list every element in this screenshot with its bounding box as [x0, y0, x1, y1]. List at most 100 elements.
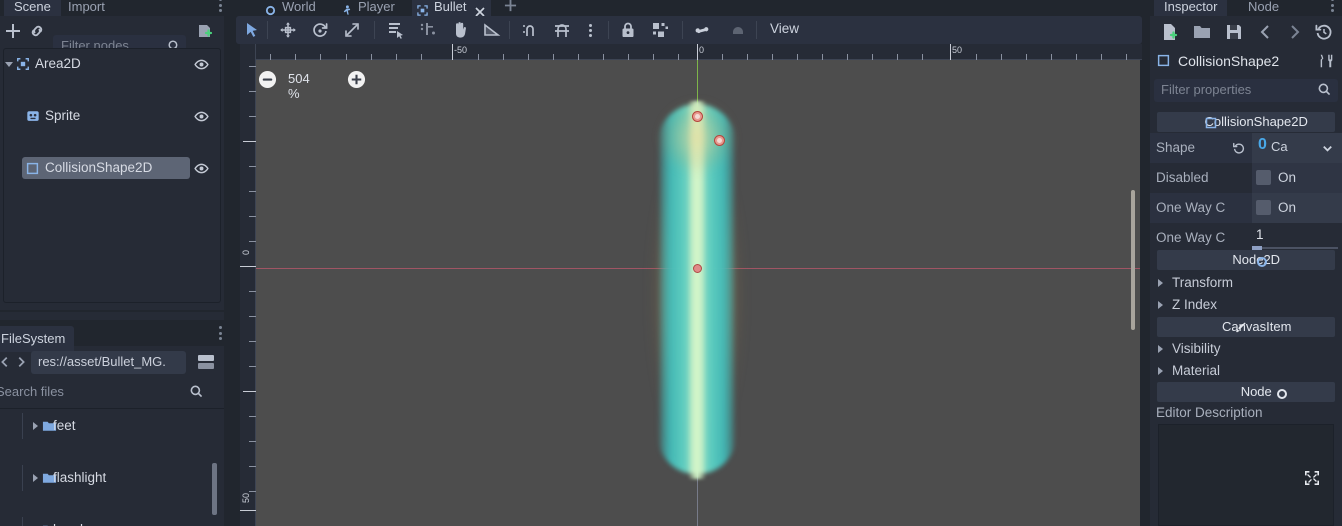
toggle-smart-snap-tool[interactable] [520, 20, 540, 40]
create-script-button[interactable] [196, 22, 214, 40]
skeleton-options-button[interactable] [728, 20, 748, 40]
select-mode-tool[interactable] [242, 20, 262, 40]
bullet-sprite[interactable] [632, 78, 762, 512]
2d-editor-toolbar: View [236, 16, 1142, 44]
tools-icon[interactable] [1318, 53, 1334, 74]
inspector-category-node[interactable]: Node [1157, 382, 1335, 402]
scene-tree-label: Sprite [45, 108, 81, 123]
one-way-collision-margin-field[interactable]: 1 [1252, 225, 1338, 251]
chevron-right-icon[interactable] [1158, 301, 1163, 309]
inspector-group-z-index[interactable]: Z Index [1150, 294, 1342, 316]
chevron-right-icon[interactable] [33, 422, 38, 430]
shape-resource-field[interactable]: 0 Ca [1252, 133, 1342, 163]
filesystem-file-list[interactable]: feet flashlight handgun [0, 408, 224, 526]
slider-track[interactable] [1252, 247, 1338, 249]
history-forward-button[interactable] [1284, 22, 1304, 42]
history-back-button[interactable] [1256, 22, 1276, 42]
scene-dock-menu-icon[interactable] [218, 0, 222, 12]
inspector-class-header: CollisionShape2D [1157, 112, 1335, 132]
inspector-group-transform[interactable]: Transform [1150, 272, 1342, 294]
lock-selected-button[interactable] [618, 20, 638, 40]
zoom-level-label: 504 % [288, 71, 310, 101]
skeleton-bone-button[interactable] [692, 20, 712, 40]
zoom-in-icon[interactable] [347, 70, 366, 89]
tab-inspector[interactable]: Inspector [1154, 0, 1228, 16]
chevron-right-icon[interactable] [1158, 367, 1163, 375]
filesystem-split-mode-icon[interactable] [196, 353, 216, 373]
scene-tab-bullet[interactable]: Bullet [412, 0, 491, 17]
node-list-tool[interactable] [386, 20, 406, 40]
filesystem-menu-icon[interactable] [218, 326, 222, 340]
property-label: One Way C [1156, 200, 1226, 215]
one-way-collision-checkbox-field[interactable]: On [1252, 193, 1342, 223]
save-resource-button[interactable] [1224, 22, 1244, 42]
tab-filesystem[interactable]: FileSystem [0, 326, 75, 352]
visibility-toggle-icon[interactable] [194, 161, 209, 181]
chevron-down-icon[interactable] [1321, 142, 1334, 160]
rotate-mode-tool[interactable] [310, 20, 330, 40]
shape-handle-side[interactable] [714, 135, 725, 146]
tab-import[interactable]: Import [58, 0, 115, 16]
group-selected-button[interactable] [650, 20, 670, 40]
node2d-icon [1256, 255, 1272, 272]
inspector-tabbar: Inspector Node [1150, 0, 1342, 16]
snap-options-menu-icon[interactable] [588, 24, 592, 37]
property-row-shape: Shape 0 Ca [1150, 133, 1342, 163]
tab-scene[interactable]: Scene [4, 0, 61, 16]
chevron-right-icon[interactable] [1158, 345, 1163, 353]
new-resource-button[interactable] [1160, 22, 1180, 42]
visibility-toggle-icon[interactable] [194, 109, 209, 129]
use-snap-tool[interactable] [552, 20, 572, 40]
revert-icon[interactable] [1232, 141, 1246, 160]
instance-scene-button[interactable] [28, 22, 46, 40]
number-value: 1 [1256, 227, 1264, 242]
zoom-out-icon[interactable] [258, 70, 277, 89]
scene-tree[interactable]: Area2D Sprite CollisionShape2D [3, 48, 221, 303]
filesystem-search-input[interactable]: Search files [0, 381, 212, 404]
node-origin-pin[interactable] [693, 264, 702, 273]
filesystem-item-handgun[interactable]: handgun [0, 517, 224, 526]
scene-tree-item-area2d[interactable]: Area2D [4, 51, 220, 77]
inspector-group-label: Material [1172, 363, 1221, 378]
inspector-group-label: Transform [1172, 275, 1234, 290]
filesystem-scrollbar[interactable] [212, 463, 217, 515]
inspector-menu-icon[interactable] [1330, 0, 1334, 12]
chevron-right-icon[interactable] [1158, 279, 1163, 287]
inspector-group-material[interactable]: Material [1150, 360, 1342, 382]
chevron-down-icon[interactable] [5, 62, 13, 67]
filter-properties-input[interactable]: Filter properties [1154, 79, 1338, 102]
shape-handle-top[interactable] [692, 111, 703, 122]
view-menu-button[interactable]: View [770, 21, 799, 36]
ruler-pivot-tool[interactable] [418, 20, 438, 40]
filesystem-item-flashlight[interactable]: flashlight [0, 465, 224, 491]
inspector-category-canvasitem[interactable]: CanvasItem [1157, 317, 1335, 337]
scene-tree-item-sprite[interactable]: Sprite [4, 103, 220, 129]
scene-tab-player[interactable]: Player [336, 0, 403, 16]
load-resource-button[interactable] [1192, 22, 1212, 42]
scene-tree-item-collisionshape2d[interactable]: CollisionShape2D [4, 155, 220, 181]
ruler-tool[interactable] [482, 20, 502, 40]
chevron-right-icon[interactable] [33, 474, 38, 482]
inspector-group-visibility[interactable]: Visibility [1150, 338, 1342, 360]
viewport-vertical-scrollbar[interactable] [1131, 190, 1135, 330]
filesystem-item-feet[interactable]: feet [0, 413, 224, 439]
inspector-category-label: CanvasItem [1222, 319, 1292, 334]
history-menu-button[interactable] [1314, 22, 1334, 42]
expand-arrows-icon[interactable] [1304, 470, 1320, 486]
2d-canvas[interactable] [256, 60, 1140, 526]
chevron-left-icon[interactable] [0, 355, 12, 374]
add-node-button[interactable] [4, 22, 22, 40]
filesystem-path-field[interactable]: res://asset/Bullet_MG. [31, 351, 186, 374]
scale-mode-tool[interactable] [342, 20, 362, 40]
inspector-category-node2d[interactable]: Node2D [1157, 250, 1335, 270]
checkbox-icon[interactable] [1256, 170, 1271, 185]
pan-mode-tool[interactable] [450, 20, 470, 40]
scene-tab-world[interactable]: World [260, 0, 324, 16]
checkbox-icon[interactable] [1256, 200, 1271, 215]
disabled-checkbox-field[interactable]: On [1252, 163, 1342, 193]
add-scene-tab-button[interactable] [504, 0, 517, 17]
move-mode-tool[interactable] [278, 20, 298, 40]
visibility-toggle-icon[interactable] [194, 57, 209, 77]
chevron-right-icon[interactable] [14, 355, 28, 374]
tab-node[interactable]: Node [1238, 0, 1289, 16]
